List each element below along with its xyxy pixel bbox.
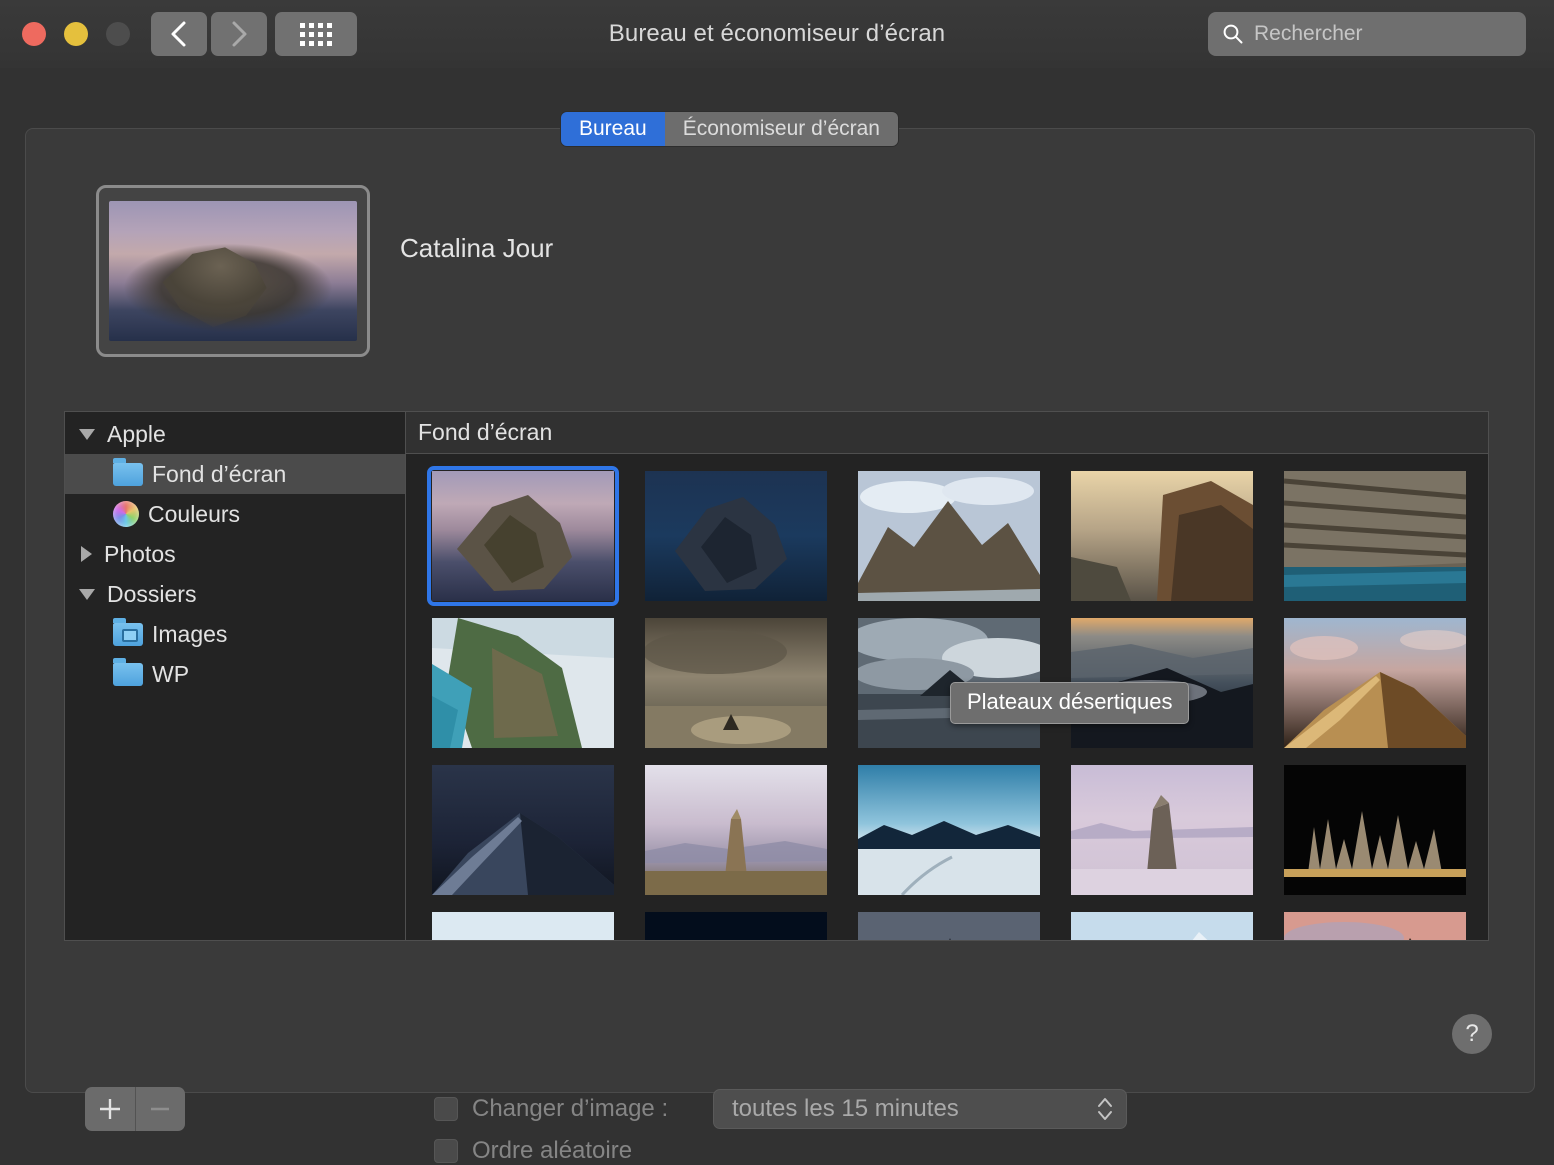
- wallpaper-grid[interactable]: [406, 454, 1488, 940]
- thumbnail-image: [1071, 765, 1253, 895]
- camera-folder-icon: [113, 617, 143, 646]
- sidebar-item-images[interactable]: Images: [65, 614, 405, 654]
- minus-icon: [151, 1107, 170, 1111]
- folder-icon: [113, 657, 143, 686]
- sidebar-item-label: WP: [152, 660, 190, 687]
- wallpaper-thumbnail[interactable]: [858, 912, 1040, 940]
- thumbnail-image: [1284, 618, 1466, 748]
- thumbnail-image: [432, 765, 614, 895]
- thumbnail-image: [1284, 471, 1466, 601]
- random-order-checkbox[interactable]: [434, 1139, 458, 1163]
- wallpaper-thumbnail[interactable]: [1284, 471, 1466, 601]
- sidebar-item-label: Photos: [104, 540, 176, 567]
- add-folder-button[interactable]: [85, 1087, 135, 1131]
- wallpaper-thumbnail[interactable]: [645, 618, 827, 748]
- preview-image: [109, 201, 357, 341]
- window-titlebar: Bureau et économiseur d’écran Rechercher: [0, 0, 1554, 68]
- thumbnail-image: [645, 765, 827, 895]
- thumbnail-image: [858, 912, 1040, 940]
- wallpaper-browser: Apple Fond d’écran Couleurs Photos Dossi…: [64, 411, 1489, 941]
- random-order-row: Ordre aléatoire: [434, 1137, 632, 1165]
- interval-popup-button[interactable]: toutes les 15 minutes: [713, 1089, 1127, 1129]
- disclosure-triangle-down-icon[interactable]: [79, 428, 95, 440]
- grid-row: [427, 466, 1488, 606]
- wallpaper-thumbnail[interactable]: [645, 912, 827, 940]
- sidebar-item-label: Images: [152, 620, 228, 647]
- sidebar-item-couleurs[interactable]: Couleurs: [65, 494, 405, 534]
- wallpaper-thumbnail[interactable]: [1071, 765, 1253, 895]
- wallpaper-thumbnail[interactable]: [858, 765, 1040, 895]
- thumbnail-image: [1071, 471, 1253, 601]
- wallpaper-thumbnail[interactable]: [858, 471, 1040, 601]
- grid-row: [432, 912, 1488, 940]
- tab-economiseur-decran[interactable]: Économiseur d’écran: [664, 112, 898, 146]
- wallpaper-thumbnail[interactable]: [1071, 471, 1253, 601]
- tab-bureau[interactable]: Bureau: [561, 112, 665, 146]
- thumbnail-image: [1284, 765, 1466, 895]
- interval-value: toutes les 15 minutes: [732, 1095, 959, 1122]
- thumbnail-image: [1071, 912, 1253, 940]
- thumbnail-image: [858, 471, 1040, 601]
- thumbnail-tooltip: Plateaux désertiques: [950, 682, 1190, 724]
- wallpaper-thumbnail[interactable]: [432, 912, 614, 940]
- wallpaper-thumbnail[interactable]: [432, 618, 614, 748]
- thumbnail-image: [432, 912, 614, 940]
- change-picture-checkbox[interactable]: [434, 1097, 458, 1121]
- change-picture-row: Changer d’image :: [434, 1095, 668, 1123]
- disclosure-triangle-down-icon[interactable]: [79, 588, 95, 600]
- sidebar-item-apple[interactable]: Apple: [65, 414, 405, 454]
- sidebar-item-label: Apple: [107, 420, 166, 447]
- source-sidebar[interactable]: Apple Fond d’écran Couleurs Photos Dossi…: [65, 412, 406, 940]
- wallpaper-thumbnail[interactable]: [645, 471, 827, 601]
- wallpaper-thumbnail[interactable]: [1284, 618, 1466, 748]
- preference-pane: Bureau Économiseur d’écran Catalina Jour…: [25, 112, 1535, 1164]
- random-order-label: Ordre aléatoire: [472, 1137, 633, 1164]
- preview-frame: [96, 185, 370, 357]
- sidebar-item-wp[interactable]: WP: [65, 654, 405, 694]
- thumbnail-image: [432, 471, 614, 601]
- wallpaper-thumbnail[interactable]: [1284, 765, 1466, 895]
- sidebar-item-label: Fond d’écran: [152, 460, 287, 487]
- grid-row: [432, 765, 1488, 895]
- wallpaper-thumbnail[interactable]: [432, 765, 614, 895]
- thumbnail-image: [1284, 912, 1466, 940]
- wallpaper-thumbnail[interactable]: [645, 765, 827, 895]
- change-picture-label: Changer d’image :: [472, 1095, 669, 1122]
- search-field[interactable]: Rechercher: [1208, 12, 1526, 56]
- tab-bar: Bureau Économiseur d’écran: [561, 112, 898, 146]
- search-icon: [1223, 24, 1243, 44]
- current-wallpaper-preview[interactable]: [96, 185, 370, 357]
- color-wheel-icon: [113, 501, 139, 527]
- thumbnail-image: [858, 765, 1040, 895]
- wallpaper-thumbnail[interactable]: [1071, 912, 1253, 940]
- plus-icon: [99, 1099, 120, 1119]
- thumbnail-image: [645, 618, 827, 748]
- sidebar-item-photos[interactable]: Photos: [65, 534, 405, 574]
- sidebar-item-fond-decran[interactable]: Fond d’écran: [65, 454, 405, 494]
- search-placeholder: Rechercher: [1254, 22, 1363, 45]
- thumbnail-image: [645, 471, 827, 601]
- wallpaper-thumbnail[interactable]: [427, 466, 619, 606]
- current-wallpaper-name: Catalina Jour: [400, 233, 554, 263]
- remove-folder-button[interactable]: [134, 1087, 186, 1131]
- sidebar-item-dossiers[interactable]: Dossiers: [65, 574, 405, 614]
- sidebar-item-label: Dossiers: [107, 580, 197, 607]
- grid-header-title: Fond d’écran: [406, 412, 1488, 454]
- chevron-up-down-icon: [1098, 1098, 1112, 1120]
- sidebar-item-label: Couleurs: [148, 500, 241, 527]
- folder-icon: [113, 457, 143, 486]
- thumbnail-image: [645, 912, 827, 940]
- wallpaper-thumbnail[interactable]: [1284, 912, 1466, 940]
- wallpaper-grid-pane: Fond d’écran: [406, 412, 1488, 940]
- disclosure-triangle-right-icon[interactable]: [81, 546, 92, 562]
- thumbnail-image: [432, 618, 614, 748]
- help-button[interactable]: ?: [1452, 1014, 1492, 1054]
- add-remove-folder-group: [85, 1087, 185, 1131]
